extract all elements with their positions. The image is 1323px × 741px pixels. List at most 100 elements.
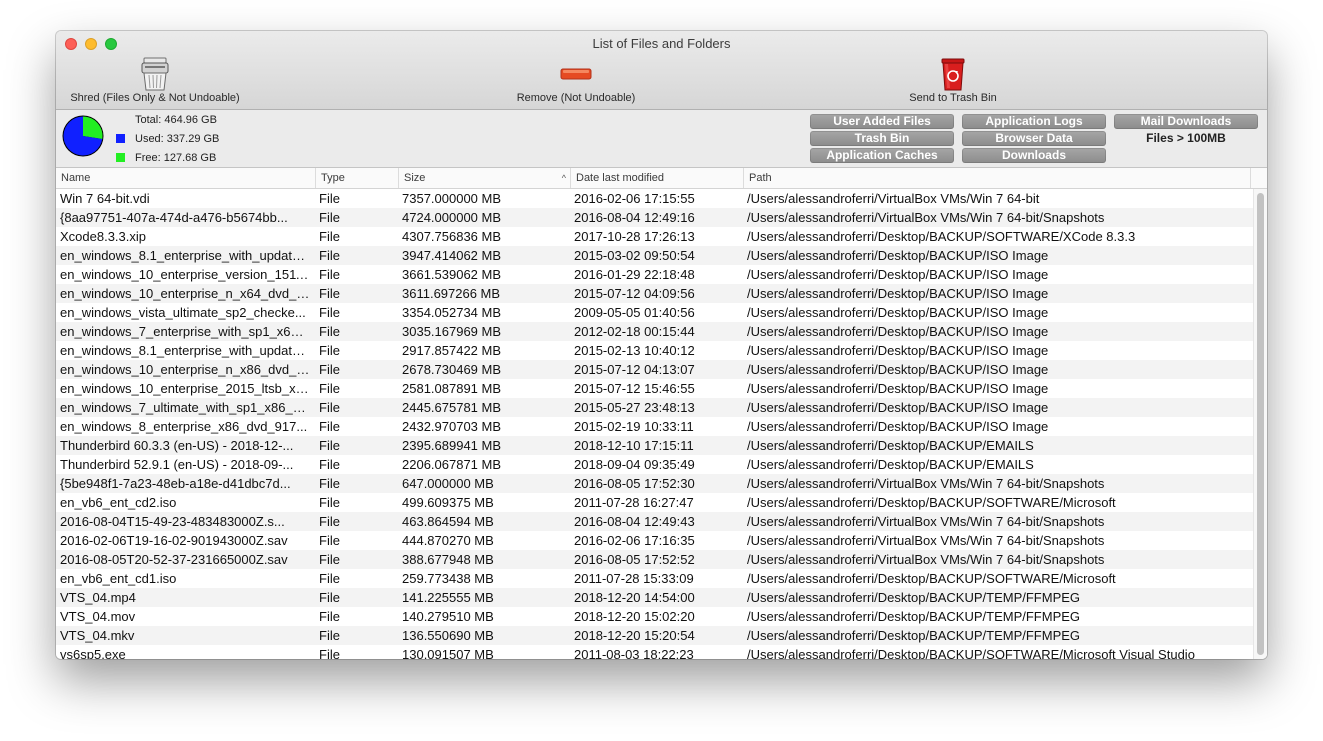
send-to-trash-button[interactable]: Send to Trash Bin <box>886 57 1020 104</box>
cell-path: /Users/alessandroferri/Desktop/BACKUP/IS… <box>747 343 1049 358</box>
cell-name: en_windows_8.1_enterprise_with_update... <box>60 343 310 358</box>
disk-used: Used: 337.29 GB <box>116 133 219 145</box>
cell-size: 2395.689941 MB <box>402 438 502 453</box>
column-header-type[interactable]: Type <box>316 168 399 188</box>
cell-name: en_vb6_ent_cd1.iso <box>60 571 177 586</box>
window-title: List of Files and Folders <box>592 36 731 51</box>
vertical-scrollbar[interactable] <box>1253 189 1267 659</box>
cell-path: /Users/alessandroferri/Desktop/BACKUP/SO… <box>747 571 1116 586</box>
cell-size: 3661.539062 MB <box>402 267 502 282</box>
filter-user-added-files-button[interactable]: User Added Files <box>810 114 954 129</box>
cell-path: /Users/alessandroferri/Desktop/BACKUP/SO… <box>747 495 1116 510</box>
cell-type: File <box>319 647 340 659</box>
cell-type: File <box>319 248 340 263</box>
cell-date: 2015-07-12 04:13:07 <box>574 362 695 377</box>
cell-size: 463.864594 MB <box>402 514 494 529</box>
table-row[interactable]: 2016-08-05T20-52-37-231665000Z.sav File 38… <box>56 550 1254 569</box>
table-row[interactable]: en_windows_10_enterprise_2015_ltsb_x8...… <box>56 379 1254 398</box>
cell-type: File <box>319 552 340 567</box>
cell-size: 499.609375 MB <box>402 495 494 510</box>
table-row[interactable]: Win 7 64-bit.vdi File 7357.000000 MB 2016-0… <box>56 189 1254 208</box>
table-row[interactable]: en_windows_vista_ultimate_sp2_checke... F… <box>56 303 1254 322</box>
cell-size: 136.550690 MB <box>402 628 494 643</box>
cell-path: /Users/alessandroferri/Desktop/BACKUP/IS… <box>747 419 1049 434</box>
filter-application-caches-button[interactable]: Application Caches <box>810 148 954 163</box>
cell-size: 130.091507 MB <box>402 647 494 659</box>
table-row[interactable]: en_windows_10_enterprise_n_x64_dvd_6... F… <box>56 284 1254 303</box>
cell-path: /Users/alessandroferri/VirtualBox VMs/Wi… <box>747 533 1105 548</box>
filter-browser-data-button[interactable]: Browser Data <box>962 131 1106 146</box>
cell-name: en_windows_7_enterprise_with_sp1_x64_... <box>60 324 310 339</box>
cell-date: 2018-09-04 09:35:49 <box>574 457 695 472</box>
table-row[interactable]: 2016-02-06T19-16-02-901943000Z.sav File 44… <box>56 531 1254 550</box>
cell-date: 2012-02-18 00:15:44 <box>574 324 695 339</box>
remove-button[interactable]: Remove (Not Undoable) <box>496 57 656 104</box>
cell-type: File <box>319 381 340 396</box>
cell-name: Win 7 64-bit.vdi <box>60 191 150 206</box>
table-row[interactable]: en_windows_8.1_enterprise_with_update...… <box>56 246 1254 265</box>
filter-downloads-button[interactable]: Downloads <box>962 148 1106 163</box>
titlebar-toolbar: List of Files and Folders Shred (Files O… <box>56 31 1267 110</box>
cell-path: /Users/alessandroferri/Desktop/BACKUP/IS… <box>747 248 1049 263</box>
cell-date: 2016-08-05 17:52:52 <box>574 552 695 567</box>
table-row[interactable]: {8aa97751-407a-474d-a476-b5674bb... File 4… <box>56 208 1254 227</box>
cell-path: /Users/alessandroferri/VirtualBox VMs/Wi… <box>747 514 1105 529</box>
table-row[interactable]: en_windows_8_enterprise_x86_dvd_917... Fi… <box>56 417 1254 436</box>
table-row[interactable]: VTS_04.mp4 File 141.225555 MB 2018-12-20 14… <box>56 588 1254 607</box>
cell-size: 2445.675781 MB <box>402 400 502 415</box>
cell-size: 7357.000000 MB <box>402 191 502 206</box>
table-row[interactable]: Thunderbird 60.3.3 (en-US) - 2018-12-...… <box>56 436 1254 455</box>
cell-path: /Users/alessandroferri/Desktop/BACKUP/IS… <box>747 362 1049 377</box>
cell-path: /Users/alessandroferri/VirtualBox VMs/Wi… <box>747 191 1040 206</box>
cell-date: 2016-08-04 12:49:16 <box>574 210 695 225</box>
filter-application-logs-button[interactable]: Application Logs <box>962 114 1106 129</box>
pie-slice-free <box>83 116 103 140</box>
cell-size: 4724.000000 MB <box>402 210 502 225</box>
filter-mail-downloads-button[interactable]: Mail Downloads <box>1114 114 1258 129</box>
table-row[interactable]: en_windows_7_enterprise_with_sp1_x64_...… <box>56 322 1254 341</box>
cell-name: VTS_04.mkv <box>60 628 135 643</box>
table-row[interactable]: en_vb6_ent_cd1.iso File 259.773438 MB 2011-… <box>56 569 1254 588</box>
shred-button[interactable]: Shred (Files Only & Not Undoable) <box>60 57 250 104</box>
cell-type: File <box>319 191 340 206</box>
cell-size: 388.677948 MB <box>402 552 494 567</box>
table-row[interactable]: {5be948f1-7a23-48eb-a18e-d41dbc7d... File… <box>56 474 1254 493</box>
table-row[interactable]: Thunderbird 52.9.1 (en-US) - 2018-09-...… <box>56 455 1254 474</box>
table-row[interactable]: en_windows_8.1_enterprise_with_update...… <box>56 341 1254 360</box>
cell-size: 140.279510 MB <box>402 609 494 624</box>
table-row[interactable]: en_windows_10_enterprise_n_x86_dvd_6... F… <box>56 360 1254 379</box>
table-row[interactable]: Xcode8.3.3.xip File 4307.756836 MB 2017-10-… <box>56 227 1254 246</box>
table-body: Win 7 64-bit.vdi File 7357.000000 MB 2016-0… <box>56 189 1254 659</box>
table-row[interactable]: VTS_04.mkv File 136.550690 MB 2018-12-20 15… <box>56 626 1254 645</box>
table-row[interactable]: en_vb6_ent_cd2.iso File 499.609375 MB 2011-… <box>56 493 1254 512</box>
cell-type: File <box>319 495 340 510</box>
cell-name: en_windows_7_ultimate_with_sp1_x86_dv... <box>60 400 310 415</box>
disk-used-label: Used: 337.29 GB <box>135 133 220 145</box>
cell-path: /Users/alessandroferri/Desktop/BACKUP/SO… <box>747 229 1136 244</box>
scrollbar-thumb[interactable] <box>1257 193 1264 655</box>
table-row[interactable]: en_windows_7_ultimate_with_sp1_x86_dv...… <box>56 398 1254 417</box>
table-row[interactable]: VTS_04.mov File 140.279510 MB 2018-12-20 15… <box>56 607 1254 626</box>
cell-path: /Users/alessandroferri/Desktop/BACKUP/TE… <box>747 590 1081 605</box>
filter-files-over-100mb-button[interactable]: Files > 100MB <box>1114 131 1258 146</box>
cell-date: 2015-02-13 10:40:12 <box>574 343 695 358</box>
table-row[interactable]: vs6sp5.exe File 130.091507 MB 2011-08-03 18… <box>56 645 1254 659</box>
filter-trash-bin-button[interactable]: Trash Bin <box>810 131 954 146</box>
trash-can-icon <box>886 57 1020 91</box>
cell-type: File <box>319 229 340 244</box>
table-row[interactable]: en_windows_10_enterprise_version_1511_..… <box>56 265 1254 284</box>
cell-name: en_windows_10_enterprise_n_x86_dvd_6... <box>60 362 310 377</box>
cell-type: File <box>319 324 340 339</box>
cell-type: File <box>319 210 340 225</box>
cell-size: 4307.756836 MB <box>402 229 502 244</box>
cell-type: File <box>319 571 340 586</box>
cell-name: en_windows_10_enterprise_version_1511_..… <box>60 267 310 282</box>
table-row[interactable]: 2016-08-04T15-49-23-483483000Z.s... File 4… <box>56 512 1254 531</box>
column-header-name[interactable]: Name <box>56 168 316 188</box>
cell-name: 2016-02-06T19-16-02-901943000Z.sav <box>60 533 288 548</box>
cell-path: /Users/alessandroferri/Desktop/BACKUP/TE… <box>747 609 1081 624</box>
cell-type: File <box>319 533 340 548</box>
column-header-date[interactable]: Date last modified <box>571 168 744 188</box>
column-header-size[interactable]: Size ^ <box>399 168 571 188</box>
column-header-path[interactable]: Path <box>744 168 1251 188</box>
